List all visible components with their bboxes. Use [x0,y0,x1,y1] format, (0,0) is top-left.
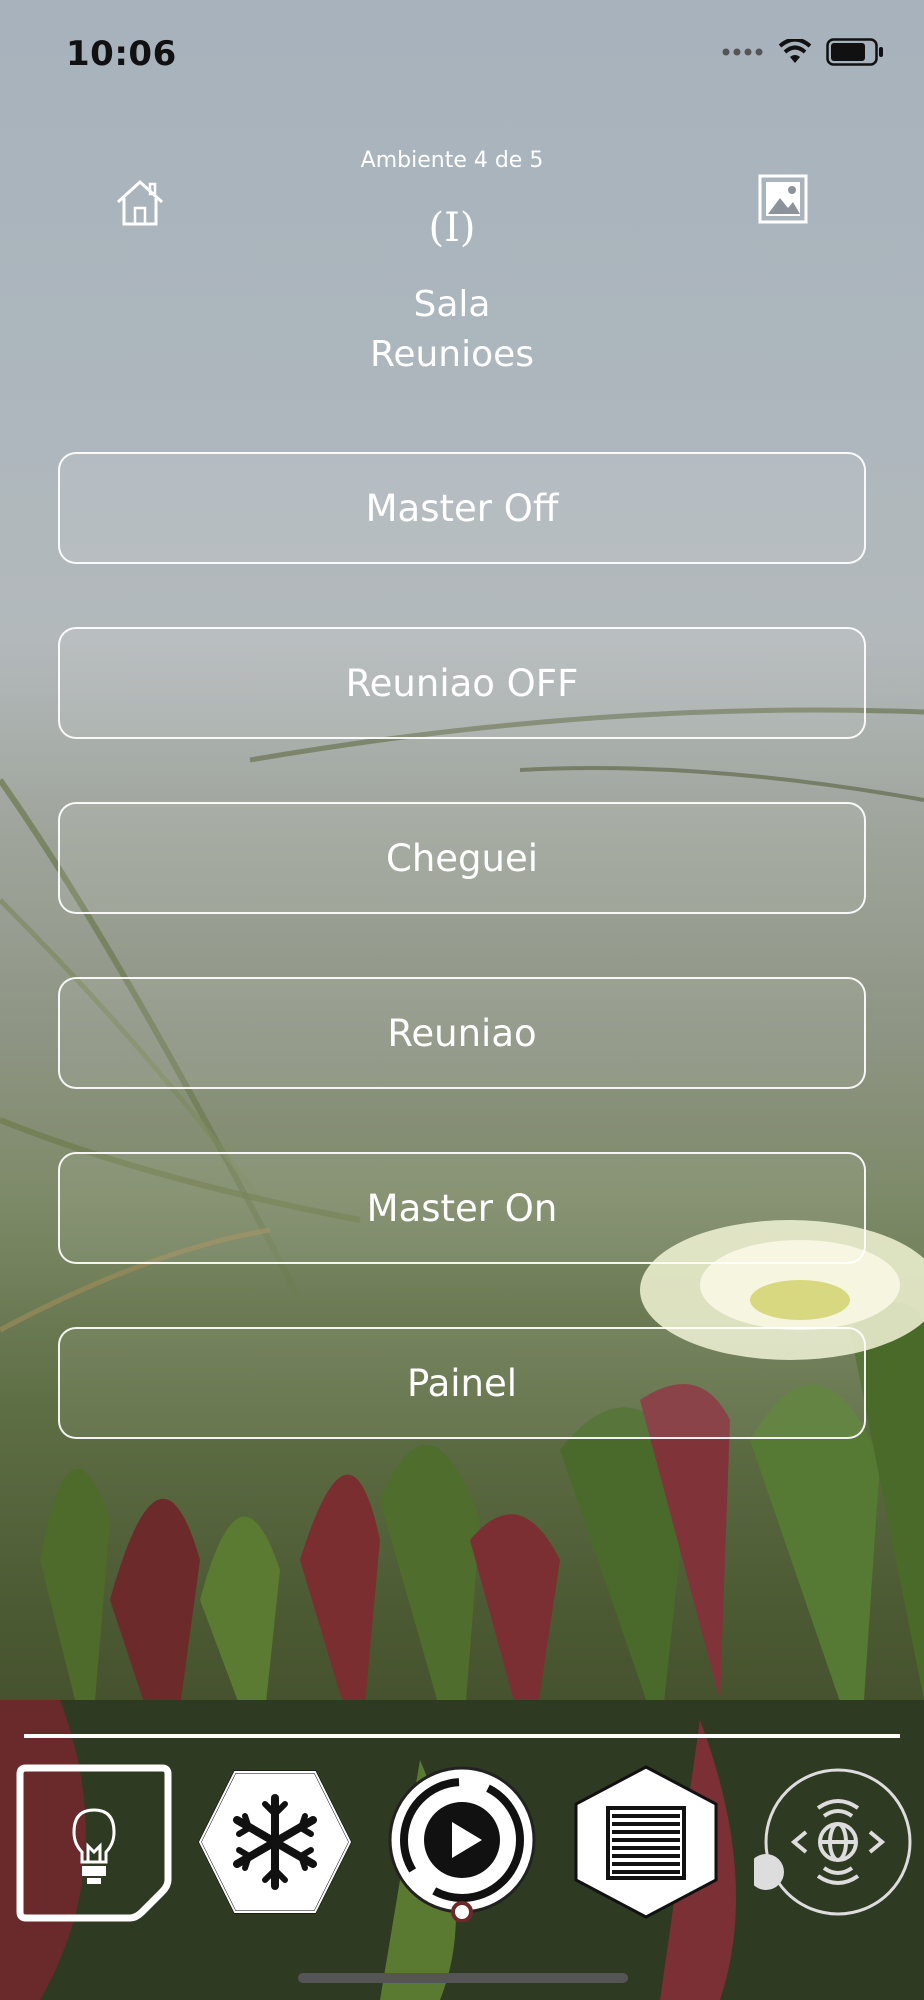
scene-list: Master Off Reuniao OFF Cheguei Reuniao M… [58,452,866,1502]
snowflake-icon[interactable] [195,1762,355,1922]
globe-icon[interactable] [754,1762,914,1922]
ambient-counter: Ambiente 4 de 5 [360,148,544,173]
scene-button-reuniao-off[interactable]: Reuniao OFF [58,627,866,739]
play-icon[interactable] [382,1762,542,1922]
blinds-icon[interactable] [566,1762,726,1922]
room-name-line1: Sala [413,284,491,325]
room-id: (I) [428,205,476,251]
wifi-icon [778,39,812,63]
room-name-line2: Reunioes [369,334,535,375]
scene-button-master-off[interactable]: Master Off [58,452,866,564]
status-bar: 10:06 [0,0,924,110]
battery-icon [826,38,883,66]
scene-button-painel[interactable]: Painel [58,1327,866,1439]
scene-button-reuniao[interactable]: Reuniao [58,977,866,1089]
room-name: Sala Reunioes [0,280,904,380]
scene-button-master-on[interactable]: Master On [58,1152,866,1264]
scene-button-cheguei[interactable]: Cheguei [58,802,866,914]
signal-dots-icon [722,48,763,56]
status-time: 10:06 [66,34,177,74]
home-indicator [298,1973,628,1983]
lightbulb-icon[interactable] [14,1762,174,1922]
bottom-divider [24,1734,900,1738]
status-icons [722,38,884,66]
